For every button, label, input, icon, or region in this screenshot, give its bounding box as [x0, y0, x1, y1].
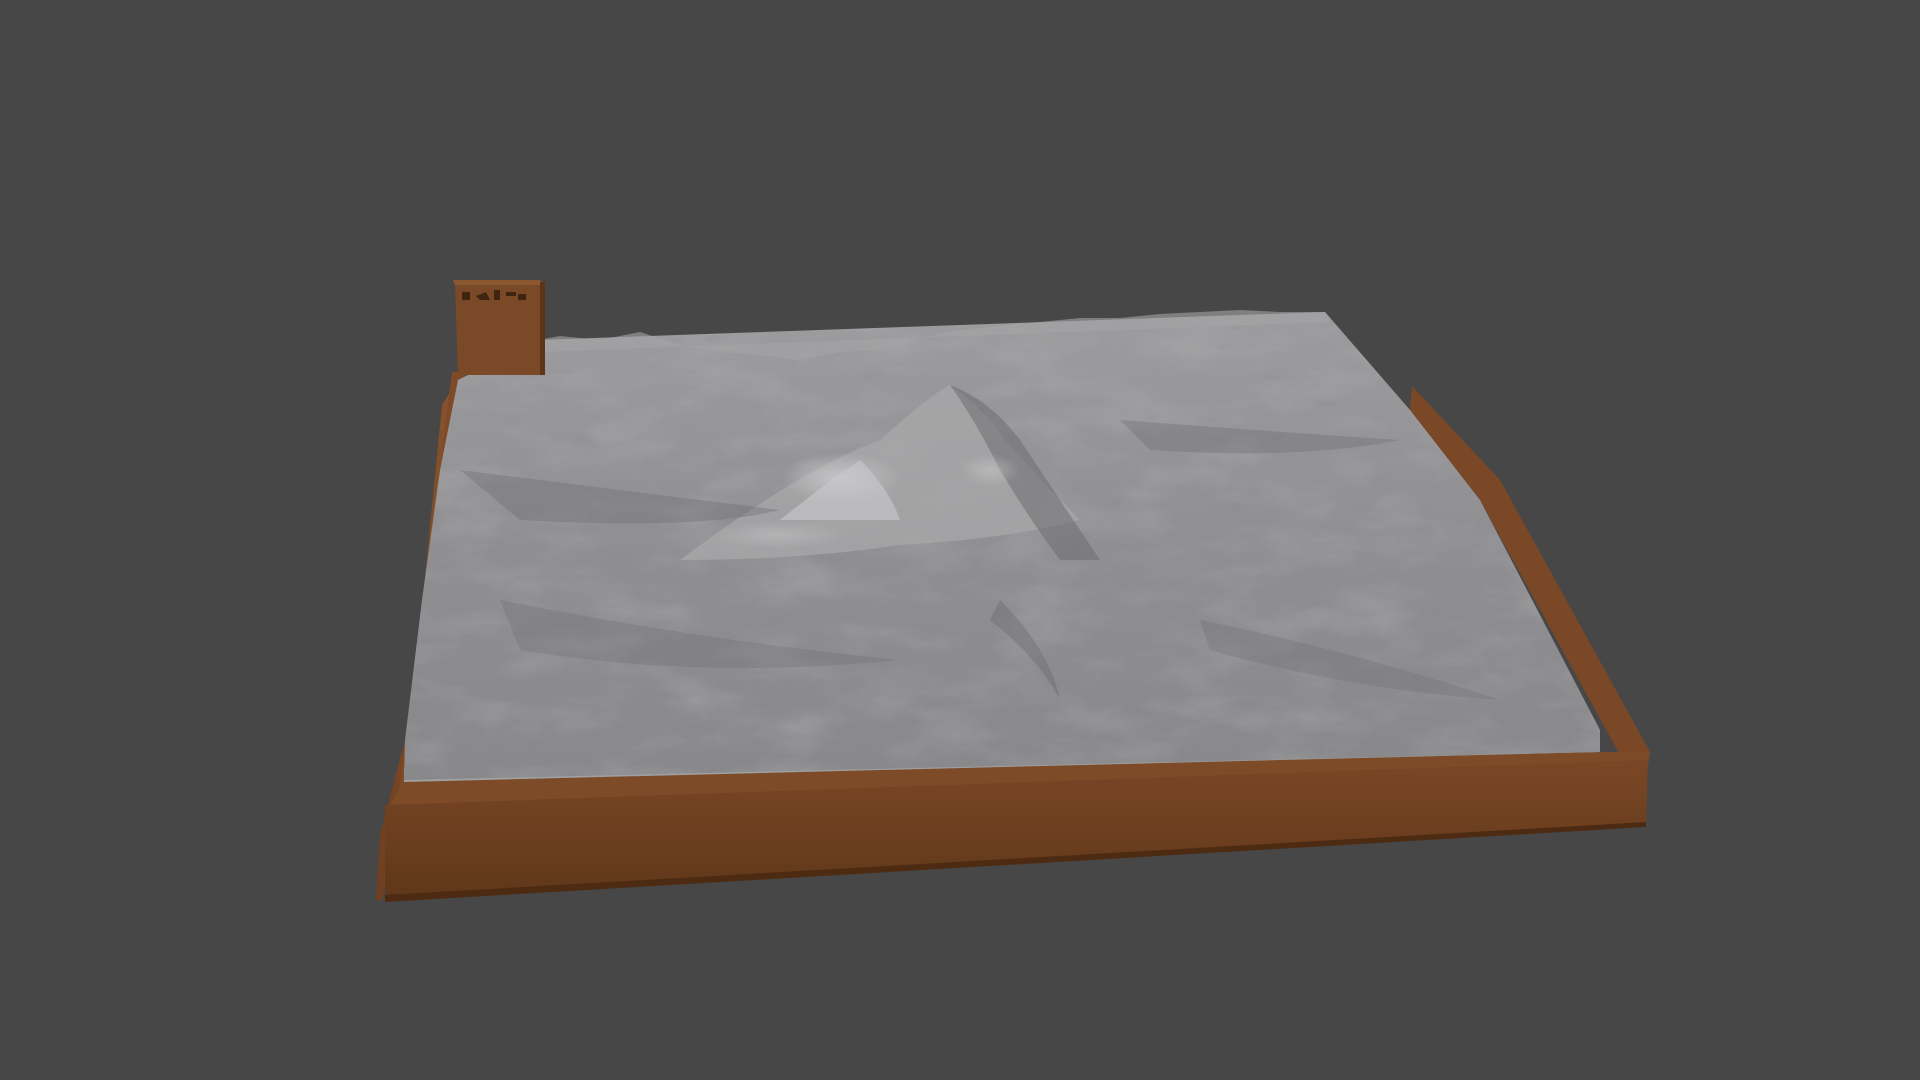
3d-viewport[interactable]	[0, 0, 1920, 1080]
label-block	[453, 280, 545, 375]
terrain-surface	[404, 312, 1600, 780]
terrain-model-render	[376, 280, 1650, 902]
